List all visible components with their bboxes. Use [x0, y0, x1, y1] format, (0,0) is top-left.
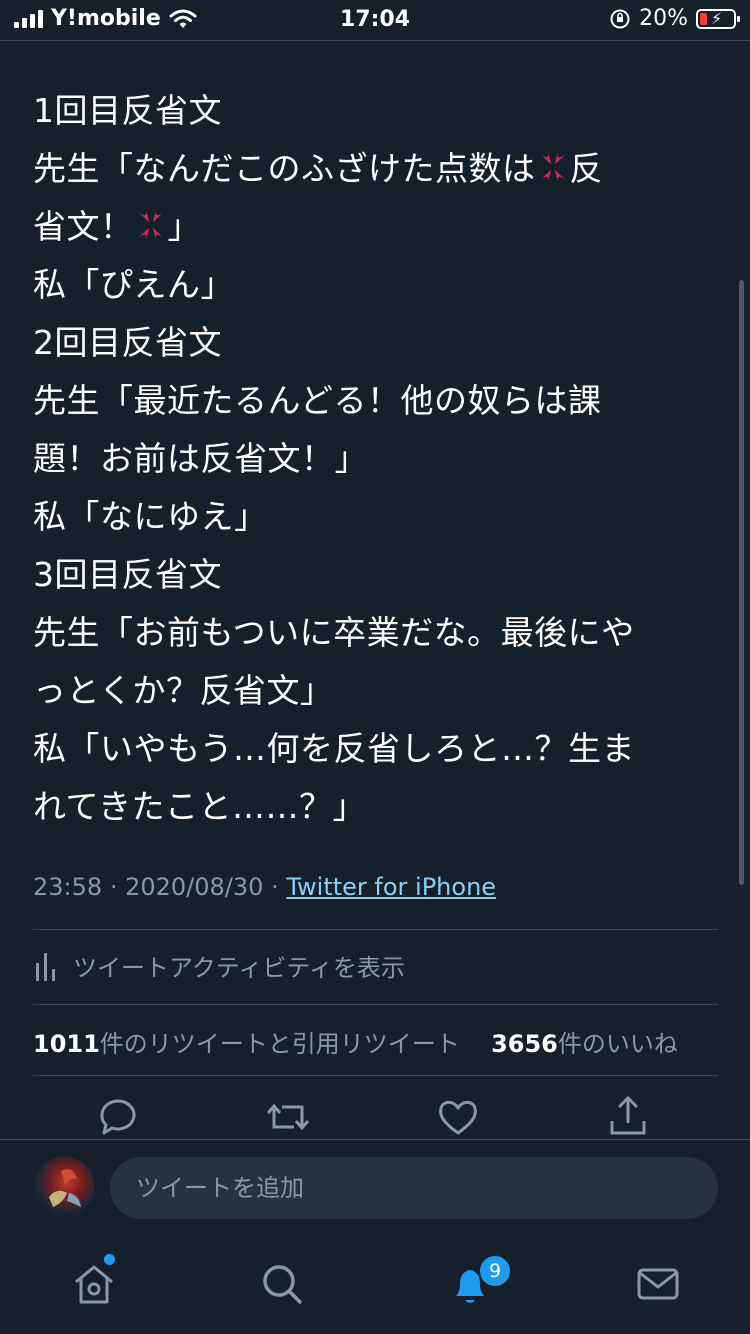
- tweet-line: 省文！ 」: [33, 198, 723, 256]
- home-unread-dot: [104, 1254, 115, 1265]
- tweet-line: 先生「なんだこのふざけた点数は反: [33, 140, 723, 198]
- orientation-lock-icon: [610, 9, 630, 28]
- tweet-line: 私「なにゆえ」: [33, 497, 268, 536]
- avatar[interactable]: [33, 1157, 95, 1219]
- activity-label: ツイートアクティビティを表示: [73, 954, 405, 982]
- like-label: 件のいいね: [557, 1030, 678, 1058]
- search-icon[interactable]: [258, 1260, 306, 1308]
- like-icon[interactable]: [434, 1093, 482, 1141]
- tweet-time: 23:58: [33, 873, 103, 901]
- tweet-line-part: 」: [167, 207, 201, 246]
- tweet-date: 2020/08/30: [125, 873, 264, 901]
- anger-emoji-icon: [539, 152, 566, 182]
- scrollbar[interactable]: [739, 280, 744, 885]
- divider: [33, 1004, 718, 1005]
- notification-badge: 9: [478, 1254, 512, 1288]
- home-icon[interactable]: [70, 1260, 118, 1308]
- tweet-line: 先生「お前もついに卒業だな。最後にや: [33, 613, 635, 652]
- tweet-line: 先生「最近たるんどる！他の奴らは課: [33, 381, 602, 420]
- charging-bolt-icon: ⚡: [711, 8, 723, 28]
- tweet-text: 1回目反省文 先生「なんだこのふざけた点数は反 省文！ 」 私「ぴえん」 2回目反…: [33, 82, 723, 836]
- retweet-label: 件のリツイートと引用リツイート: [99, 1030, 460, 1058]
- tweet-line-part: 省文！: [33, 207, 134, 246]
- tweet-source-link[interactable]: Twitter for iPhone: [286, 873, 496, 901]
- avatar-image: [49, 1169, 81, 1207]
- like-count: 3656: [491, 1030, 558, 1058]
- status-bar: Y!mobile 17:04 20% ⚡: [0, 0, 750, 40]
- divider: [33, 929, 718, 930]
- status-right: 20% ⚡: [609, 6, 740, 31]
- analytics-icon: [36, 952, 55, 981]
- battery-fill: [700, 12, 707, 25]
- anger-emoji-icon: [137, 210, 164, 240]
- retweet-icon[interactable]: [264, 1093, 312, 1141]
- reply-input[interactable]: ツイートを追加: [110, 1157, 718, 1219]
- tweet-meta: 23:58 · 2020/08/30 · Twitter for iPhone: [33, 873, 496, 901]
- tweet-line: 2回目反省文: [33, 323, 222, 362]
- battery-charging-icon: ⚡: [696, 8, 740, 29]
- battery-percent: 20%: [639, 6, 688, 31]
- share-icon[interactable]: [604, 1093, 652, 1141]
- tab-bar: 9: [0, 1246, 750, 1326]
- retweet-count: 1011: [33, 1030, 100, 1058]
- tweet-line: っとくか？反省文」: [33, 671, 334, 710]
- tweet-stats: 1011件のリツイートと引用リツイート 3656件のいいね: [33, 1024, 678, 1059]
- tweet-line-part: 反: [569, 149, 603, 188]
- retweet-stat[interactable]: 1011件のリツイートと引用リツイート: [33, 1030, 460, 1058]
- tweet-line: れてきたこと……？」: [33, 787, 367, 826]
- reply-icon[interactable]: [94, 1093, 142, 1141]
- tweet-line: 私「ぴえん」: [33, 265, 234, 304]
- tweet-line-part: 先生「なんだこのふざけた点数は: [33, 149, 536, 188]
- tweet-activity-link[interactable]: ツイートアクティビティを表示: [33, 948, 405, 983]
- meta-separator: ·: [109, 873, 118, 901]
- reply-bar: ツイートを追加: [0, 1150, 750, 1230]
- tweet-line: 題！お前は反省文！」: [33, 439, 368, 478]
- meta-separator: ·: [271, 873, 279, 901]
- divider: [33, 1075, 718, 1076]
- tweet-line: 1回目反省文: [33, 91, 222, 130]
- status-divider: [0, 40, 750, 41]
- tweet-actions: [0, 1093, 750, 1141]
- divider: [0, 1139, 750, 1140]
- tweet-line: 私「いやもう…何を反省しろと…？生ま: [33, 729, 636, 768]
- messages-icon[interactable]: [634, 1260, 682, 1308]
- tweet-line: 3回目反省文: [33, 555, 222, 594]
- like-stat[interactable]: 3656件のいいね: [491, 1030, 678, 1058]
